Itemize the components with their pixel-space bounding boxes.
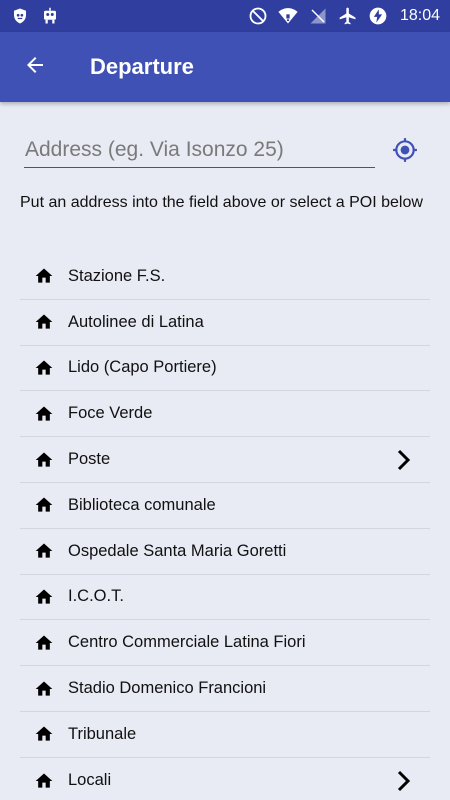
address-row [24,132,424,172]
poi-label: I.C.O.T. [68,587,124,606]
home-icon [32,539,56,563]
poi-list: Stazione F.S. Autolinee di Latina Lido (Ca… [20,254,430,800]
page-title: Departure [90,54,194,79]
poi-list-item[interactable]: Stazione F.S. [20,254,430,300]
poi-list-item[interactable]: Ospedale Santa Maria Goretti [20,529,430,575]
poi-list-item[interactable]: Centro Commerciale Latina Fiori [20,620,430,667]
home-icon [32,722,56,746]
poi-label: Stazione F.S. [68,266,166,285]
home-icon [32,310,56,334]
home-icon [32,677,56,701]
poi-label: Tribunale [68,724,137,743]
poi-list-item[interactable]: Autolinee di Latina [20,300,430,346]
poi-label: Poste [68,450,111,469]
chevron-right-icon[interactable] [396,448,416,472]
wifi-icon [278,6,298,26]
home-icon [32,402,56,426]
poi-label: Lido (Capo Portiere) [68,358,217,377]
poi-label: Biblioteca comunale [68,495,216,514]
poi-list-item[interactable]: Tribunale [20,712,430,758]
gps-location-icon [392,138,418,167]
poi-label: Stadio Domenico Francioni [68,679,267,698]
poi-label: Autolinee di Latina [68,312,204,331]
home-icon [32,448,56,472]
my-location-button[interactable] [392,137,418,163]
poi-label: Foce Verde [68,404,153,423]
do-not-disturb-icon [248,6,268,26]
hint-text: Put an address into the field above or s… [20,194,423,211]
home-icon [32,356,56,380]
poi-list-item[interactable]: Foce Verde [20,391,430,438]
home-icon [32,769,56,793]
poi-list-item[interactable]: Lido (Capo Portiere) [20,346,430,392]
address-input[interactable] [24,132,375,168]
main-content: Put an address into the field above or s… [0,102,450,800]
poi-list-item[interactable]: Biblioteca comunale [20,483,430,529]
battery-charging-icon [368,6,388,26]
poi-list-item[interactable]: Stadio Domenico Francioni [20,666,430,712]
home-icon [32,493,56,517]
poi-label: Ospedale Santa Maria Goretti [68,541,287,560]
chevron-right-icon[interactable] [396,769,416,793]
back-button[interactable] [10,42,60,92]
poi-label: Locali [68,771,112,790]
shield-icon [10,6,30,26]
no-signal-icon [308,6,328,26]
status-bar: 18:04 [0,0,450,32]
robot-icon [40,6,60,26]
poi-list-item[interactable]: I.C.O.T. [20,575,430,621]
home-icon [32,631,56,655]
poi-label: Centro Commerciale Latina Fiori [68,633,306,652]
app-bar: Departure [0,32,450,102]
airplane-icon [338,6,358,26]
poi-list-item[interactable]: Poste [20,437,430,483]
home-icon [32,585,56,609]
arrow-left-icon [23,53,47,82]
home-icon [32,264,56,288]
status-time: 18:04 [399,7,440,24]
poi-list-item[interactable]: Locali [20,758,430,800]
